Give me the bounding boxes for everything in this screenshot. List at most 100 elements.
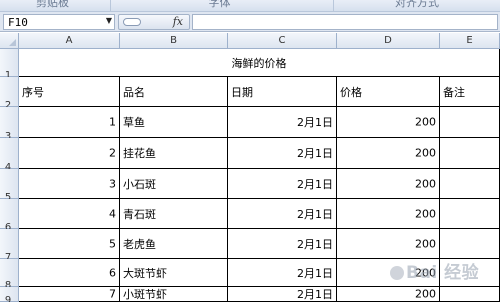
cell-text: 200 bbox=[415, 146, 436, 160]
column-header-a[interactable]: A bbox=[19, 33, 120, 49]
cell-text: 小斑节虾 bbox=[123, 288, 167, 301]
name-box[interactable]: F10 ▼ bbox=[3, 14, 115, 30]
row-header-9[interactable]: 9 bbox=[0, 287, 19, 302]
cell-d7[interactable]: 200 bbox=[337, 229, 440, 259]
formula-bar-resize-handle[interactable] bbox=[123, 18, 141, 26]
row-header-3[interactable]: 3 bbox=[0, 107, 19, 142]
paw-icon bbox=[390, 266, 404, 280]
cell-c4[interactable]: 2月1日 bbox=[228, 138, 337, 169]
cell-c8[interactable]: 2月1日 bbox=[228, 259, 337, 287]
cell-b3[interactable]: 草鱼 bbox=[120, 107, 228, 138]
row-number: 9 bbox=[4, 295, 12, 302]
ribbon-group-font[interactable]: 字体 bbox=[110, 0, 328, 11]
row-header-8[interactable]: 8 bbox=[0, 259, 19, 291]
cell-text: 200 bbox=[415, 287, 436, 301]
ribbon-group-clipboard[interactable]: 剪贴板 bbox=[0, 0, 105, 11]
cell-a6[interactable]: 4 bbox=[19, 199, 120, 229]
cell-text: 200 bbox=[415, 177, 436, 190]
cell-text: 2 bbox=[109, 146, 116, 160]
row-header-5[interactable]: 5 bbox=[0, 169, 19, 203]
cell-b5[interactable]: 小石斑 bbox=[120, 169, 228, 199]
table-title-cell[interactable]: 海鲜的价格 bbox=[19, 49, 500, 77]
cell-e7[interactable] bbox=[440, 229, 500, 259]
chevron-down-icon[interactable]: ▼ bbox=[106, 16, 112, 25]
watermark-text: Bai 经验 bbox=[406, 263, 480, 283]
cell-c3[interactable]: 2月1日 bbox=[228, 107, 337, 138]
cell-text: 2月1日 bbox=[297, 266, 333, 280]
cell-a4[interactable]: 2 bbox=[19, 138, 120, 169]
formula-bar: F10 ▼ fx bbox=[0, 12, 500, 32]
cell-text: 4 bbox=[109, 207, 116, 220]
cell-text: 1 bbox=[109, 115, 116, 129]
header-cell-c[interactable]: 日期 bbox=[228, 77, 337, 107]
cell-e4[interactable] bbox=[440, 138, 500, 169]
cell-b7[interactable]: 老虎鱼 bbox=[120, 229, 228, 259]
cell-text: 品名 bbox=[123, 85, 145, 99]
ribbon-group-alignment[interactable]: 对齐方式 bbox=[333, 0, 500, 11]
cell-d4[interactable]: 200 bbox=[337, 138, 440, 169]
cell-text: 挂花鱼 bbox=[123, 147, 156, 160]
column-header-b[interactable]: B bbox=[120, 33, 228, 49]
cell-text: 日期 bbox=[231, 85, 253, 99]
header-cell-b[interactable]: 品名 bbox=[120, 77, 228, 107]
cell-text: 2月1日 bbox=[297, 207, 333, 221]
cell-a8[interactable]: 6 bbox=[19, 259, 120, 287]
cell-b9[interactable]: 小斑节虾 bbox=[120, 287, 228, 302]
cell-text: 备注 bbox=[443, 85, 465, 99]
cell-c5[interactable]: 2月1日 bbox=[228, 169, 337, 199]
cell-text: 200 bbox=[415, 115, 436, 129]
cell-text: 2月1日 bbox=[297, 116, 333, 129]
cell-b8[interactable]: 大斑节虾 bbox=[120, 259, 228, 287]
column-header-c[interactable]: C bbox=[228, 33, 337, 49]
cell-text: 海鲜的价格 bbox=[231, 56, 287, 70]
cell-text: 2月1日 bbox=[297, 177, 333, 191]
cell-c9[interactable]: 2月1日 bbox=[228, 287, 337, 302]
row-header-6[interactable]: 6 bbox=[0, 199, 19, 233]
formula-input[interactable] bbox=[192, 14, 498, 30]
cell-b6[interactable]: 青石斑 bbox=[120, 199, 228, 229]
cell-c7[interactable]: 2月1日 bbox=[228, 229, 337, 259]
cell-text: 7 bbox=[109, 287, 116, 301]
cell-e6[interactable] bbox=[440, 199, 500, 229]
cell-d5[interactable]: 200 bbox=[337, 169, 440, 199]
cell-text: 老虎鱼 bbox=[123, 237, 156, 251]
insert-function-area: fx bbox=[118, 14, 190, 30]
cell-d6[interactable]: 200 bbox=[337, 199, 440, 229]
cell-a9[interactable]: 7 bbox=[19, 287, 120, 302]
row-header-7[interactable]: 7 bbox=[0, 229, 19, 263]
cell-text: 大斑节虾 bbox=[123, 266, 167, 280]
header-cell-d[interactable]: 价格 bbox=[337, 77, 440, 107]
cell-text: 2月1日 bbox=[297, 288, 333, 301]
name-box-value: F10 bbox=[8, 16, 28, 29]
cell-text: 6 bbox=[109, 266, 116, 279]
cell-d9[interactable]: 200 bbox=[337, 287, 440, 302]
cell-text: 200 bbox=[415, 237, 436, 250]
cell-text: 草鱼 bbox=[123, 116, 145, 129]
cell-a3[interactable]: 1 bbox=[19, 107, 120, 138]
cell-d3[interactable]: 200 bbox=[337, 107, 440, 138]
baidu-watermark: Bai 经验 bbox=[390, 258, 498, 283]
cell-text: 5 bbox=[109, 237, 116, 250]
select-all-button[interactable] bbox=[0, 33, 19, 49]
header-cell-e[interactable]: 备注 bbox=[440, 77, 500, 107]
ribbon-group-labels: 剪贴板 字体 对齐方式 bbox=[0, 0, 500, 12]
row-header-2[interactable]: 2 bbox=[0, 77, 19, 111]
row-header-4[interactable]: 4 bbox=[0, 138, 19, 173]
cell-text: 2月1日 bbox=[297, 147, 333, 160]
cell-e3[interactable] bbox=[440, 107, 500, 138]
cell-text: 200 bbox=[415, 207, 436, 220]
insert-function-icon[interactable]: fx bbox=[173, 15, 183, 28]
cell-e9[interactable] bbox=[440, 287, 500, 302]
cell-a5[interactable]: 3 bbox=[19, 169, 120, 199]
cell-e5[interactable] bbox=[440, 169, 500, 199]
column-header-e[interactable]: E bbox=[440, 33, 500, 49]
cell-a7[interactable]: 5 bbox=[19, 229, 120, 259]
cell-text: 序号 bbox=[22, 85, 44, 99]
column-header-d[interactable]: D bbox=[337, 33, 440, 49]
cell-b4[interactable]: 挂花鱼 bbox=[120, 138, 228, 169]
header-cell-a[interactable]: 序号 bbox=[19, 77, 120, 107]
cell-c6[interactable]: 2月1日 bbox=[228, 199, 337, 229]
cell-text: 2月1日 bbox=[297, 237, 333, 251]
cell-text: 3 bbox=[109, 177, 116, 190]
row-header-1[interactable]: 1 bbox=[0, 49, 19, 81]
